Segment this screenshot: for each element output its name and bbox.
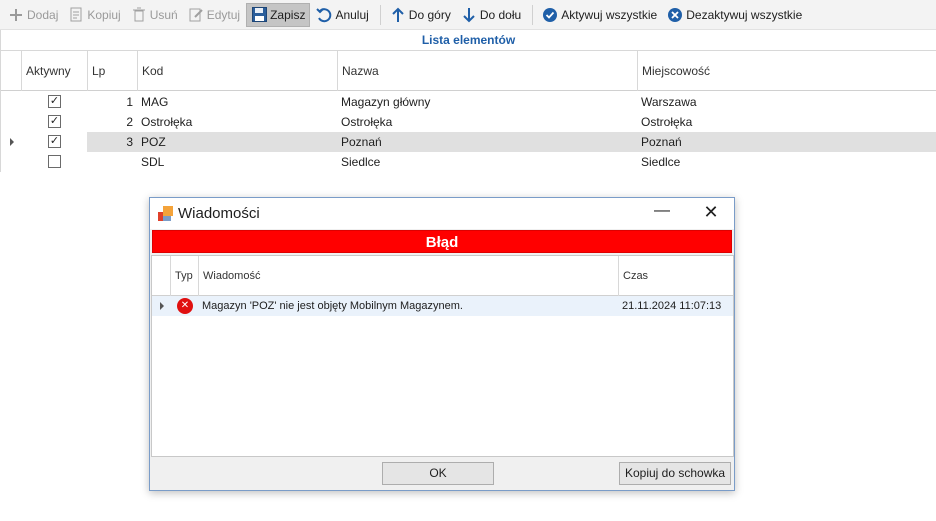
cell-city: Ostrołęka bbox=[641, 115, 693, 129]
cell-lp: 3 bbox=[126, 135, 133, 149]
cell-name: Magazyn główny bbox=[341, 95, 431, 109]
grid-header: Aktywny Lp Kod Nazwa Miejscowość bbox=[1, 51, 936, 91]
add-label: Dodaj bbox=[27, 7, 59, 22]
copy-doc-icon bbox=[68, 7, 84, 23]
cancel-button[interactable]: Anuluj bbox=[312, 3, 372, 27]
table-row[interactable]: ✓ 2 Ostrołęka Ostrołęka Ostrołęka bbox=[1, 112, 936, 132]
column-header-time[interactable]: Czas bbox=[618, 256, 733, 296]
cell-city: Poznań bbox=[641, 135, 682, 149]
edit-button[interactable]: Edytuj bbox=[184, 3, 244, 27]
copy-button[interactable]: Kopiuj bbox=[64, 3, 124, 27]
activate-all-button[interactable]: Aktywuj wszystkie bbox=[538, 3, 661, 27]
cell-lp: 1 bbox=[126, 95, 133, 109]
arrow-down-icon bbox=[461, 7, 477, 23]
cell-name: Ostrołęka bbox=[341, 115, 393, 129]
plus-icon bbox=[8, 7, 24, 23]
delete-label: Usuń bbox=[149, 7, 178, 22]
undo-icon bbox=[316, 7, 332, 23]
copy-label: Kopiuj bbox=[87, 7, 121, 22]
message-row[interactable]: ✕ Magazyn 'POZ' nie jest objęty Mobilnym… bbox=[152, 296, 733, 316]
cancel-label: Anuluj bbox=[335, 7, 369, 22]
activate-all-label: Aktywuj wszystkie bbox=[561, 7, 658, 22]
edit-label: Edytuj bbox=[206, 7, 241, 22]
cell-lp: 2 bbox=[126, 115, 133, 129]
row-indicator-icon bbox=[10, 138, 14, 146]
cell-code: POZ bbox=[141, 135, 166, 149]
cell-lp bbox=[87, 152, 137, 172]
cell-name: Poznań bbox=[341, 135, 382, 149]
row-indicator-icon bbox=[160, 302, 164, 310]
floppy-disk-icon bbox=[251, 7, 267, 23]
delete-button[interactable]: Usuń bbox=[127, 3, 182, 27]
dialog-title: Wiadomości bbox=[178, 205, 260, 222]
save-button[interactable]: Zapisz bbox=[246, 2, 311, 27]
column-header-message[interactable]: Wiadomość bbox=[198, 256, 618, 296]
x-circle-icon bbox=[667, 7, 683, 23]
table-row-selected[interactable]: ✓ 3 POZ Poznań Poznań bbox=[1, 132, 936, 152]
minimize-icon[interactable]: — bbox=[650, 202, 674, 224]
save-label: Zapisz bbox=[270, 7, 306, 22]
column-header-active[interactable]: Aktywny bbox=[21, 51, 87, 91]
cell-city: Siedlce bbox=[641, 155, 681, 169]
message-time: 21.11.2024 11:07:13 bbox=[622, 300, 722, 312]
copy-to-clipboard-button[interactable]: Kopiuj do schowka bbox=[619, 462, 731, 485]
close-icon[interactable]: ✕ bbox=[698, 200, 724, 224]
elements-grid: Lista elementów Aktywny Lp Kod Nazwa Mie… bbox=[0, 30, 936, 172]
move-down-button[interactable]: Do dołu bbox=[457, 3, 525, 27]
toolbar: Dodaj Kopiuj Usuń Edytuj Zapisz Anuluj D… bbox=[0, 0, 936, 30]
cell-city: Warszawa bbox=[641, 95, 697, 109]
message-text: Magazyn 'POZ' nie jest objęty Mobilnym M… bbox=[202, 300, 463, 312]
active-checkbox[interactable]: ✓ bbox=[48, 95, 61, 108]
table-row[interactable]: SDL Siedlce Siedlce bbox=[1, 152, 936, 172]
toolbar-separator bbox=[379, 4, 381, 25]
error-banner: Błąd bbox=[152, 230, 732, 253]
cell-code: SDL bbox=[141, 155, 165, 169]
column-header-lp[interactable]: Lp bbox=[87, 51, 137, 91]
ok-button[interactable]: OK bbox=[382, 462, 494, 485]
move-down-label: Do dołu bbox=[479, 7, 522, 22]
column-header-name[interactable]: Nazwa bbox=[337, 51, 637, 91]
app-logo-icon bbox=[158, 206, 174, 222]
cell-name: Siedlce bbox=[341, 155, 381, 169]
messages-grid: Typ Wiadomość Czas ✕ Magazyn 'POZ' nie j… bbox=[151, 255, 734, 457]
deactivate-all-label: Dezaktywuj wszystkie bbox=[686, 7, 803, 22]
active-checkbox[interactable]: ✓ bbox=[48, 115, 61, 128]
arrow-up-icon bbox=[390, 7, 406, 23]
messages-grid-header: Typ Wiadomość Czas bbox=[152, 256, 733, 296]
dialog-titlebar[interactable]: Wiadomości — ✕ bbox=[150, 198, 734, 229]
deactivate-all-button[interactable]: Dezaktywuj wszystkie bbox=[663, 3, 806, 27]
column-header-city[interactable]: Miejscowość bbox=[637, 51, 936, 91]
toolbar-separator bbox=[532, 4, 534, 25]
move-up-label: Do góry bbox=[408, 7, 451, 22]
active-checkbox[interactable]: ✓ bbox=[48, 135, 61, 148]
check-circle-icon bbox=[542, 7, 558, 23]
grid-title: Lista elementów bbox=[1, 30, 936, 51]
column-header-code[interactable]: Kod bbox=[137, 51, 337, 91]
table-row[interactable]: ✓ 1 MAG Magazyn główny Warszawa bbox=[1, 92, 936, 112]
error-icon: ✕ bbox=[177, 298, 193, 314]
trash-icon bbox=[131, 7, 147, 23]
edit-icon bbox=[188, 7, 204, 23]
add-button[interactable]: Dodaj bbox=[4, 3, 62, 27]
messages-dialog: Wiadomości — ✕ Błąd Typ Wiadomość Czas ✕… bbox=[149, 197, 735, 491]
active-checkbox[interactable] bbox=[48, 155, 61, 168]
column-header-type[interactable]: Typ bbox=[170, 256, 198, 296]
cell-code: Ostrołęka bbox=[141, 115, 193, 129]
cell-code: MAG bbox=[141, 95, 169, 109]
move-up-button[interactable]: Do góry bbox=[386, 3, 455, 27]
